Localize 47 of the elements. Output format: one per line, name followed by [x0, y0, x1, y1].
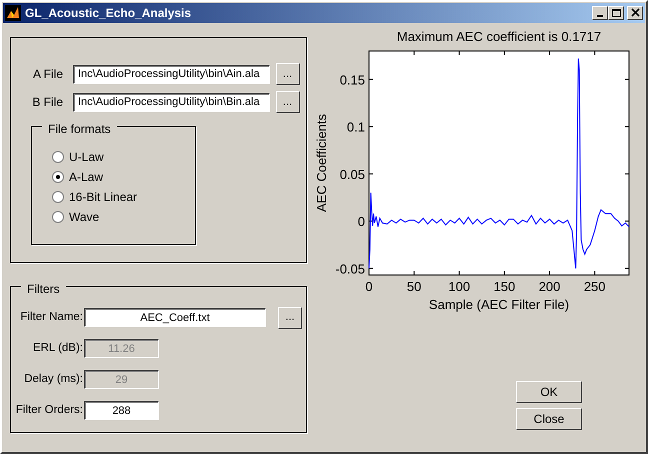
x-tick-label: 0 — [365, 279, 373, 294]
x-tick-label: 200 — [538, 279, 560, 294]
y-tick-label: 0 — [358, 214, 365, 230]
radio-button[interactable] — [52, 151, 64, 163]
option-label: U-Law — [69, 149, 104, 166]
field-label: ERL (dB): — [32, 340, 83, 356]
window-title: GL_Acoustic_Echo_Analysis — [25, 5, 192, 22]
option-label: A-Law — [69, 169, 104, 186]
value-field[interactable]: 288 — [84, 401, 159, 420]
close-button[interactable] — [627, 6, 643, 20]
browse-button[interactable]: ... — [276, 63, 300, 85]
radio-button[interactable] — [52, 171, 64, 183]
radio-button[interactable] — [52, 191, 64, 203]
x-axis-label: Sample (AEC Filter File) — [428, 297, 570, 312]
y-axis-label: AEC Coefficients — [314, 114, 329, 212]
y-tick-label: -0.05 — [335, 261, 365, 276]
option-label: Wave — [69, 209, 100, 226]
y-tick-label: 0.05 — [340, 166, 365, 182]
option-label: 16-Bit Linear — [69, 189, 138, 206]
browse-button[interactable]: ... — [276, 91, 300, 113]
dialog-button[interactable]: Close — [516, 408, 582, 430]
app-logo-icon — [5, 5, 21, 21]
x-tick-label: 250 — [584, 279, 606, 294]
browse-button[interactable]: ... — [278, 306, 302, 328]
value-field: 11.26 — [84, 339, 159, 358]
field-label: B File — [31, 94, 63, 111]
field-label: Filter Orders: — [14, 402, 83, 418]
maximize-icon — [610, 8, 622, 18]
file-path-field[interactable]: Inc\AudioProcessingUtility\bin\Bin.ala — [73, 92, 270, 112]
maximize-button[interactable] — [608, 6, 624, 20]
minimize-icon — [597, 15, 604, 17]
minimize-button[interactable] — [592, 6, 608, 20]
radio-button[interactable] — [52, 211, 64, 223]
dialog-button[interactable]: OK — [516, 381, 582, 403]
field-label: Delay (ms): — [23, 372, 83, 387]
field-label: Filter Name: — [19, 310, 83, 325]
x-tick-label: 100 — [448, 279, 470, 294]
field-label: A File — [32, 66, 63, 83]
value-field[interactable]: AEC_Coeff.txt — [84, 308, 266, 327]
chart-title: Maximum AEC coefficient is 0.1717 — [396, 29, 602, 44]
x-tick-label: 150 — [494, 279, 516, 294]
close-icon — [630, 8, 640, 18]
y-tick-label: 0.15 — [340, 72, 365, 88]
value-field: 29 — [84, 370, 159, 389]
y-tick-label: 0.1 — [346, 120, 365, 135]
x-tick-label: 50 — [406, 279, 422, 294]
file-path-field[interactable]: Inc\AudioProcessingUtility\bin\Ain.ala — [73, 64, 270, 84]
